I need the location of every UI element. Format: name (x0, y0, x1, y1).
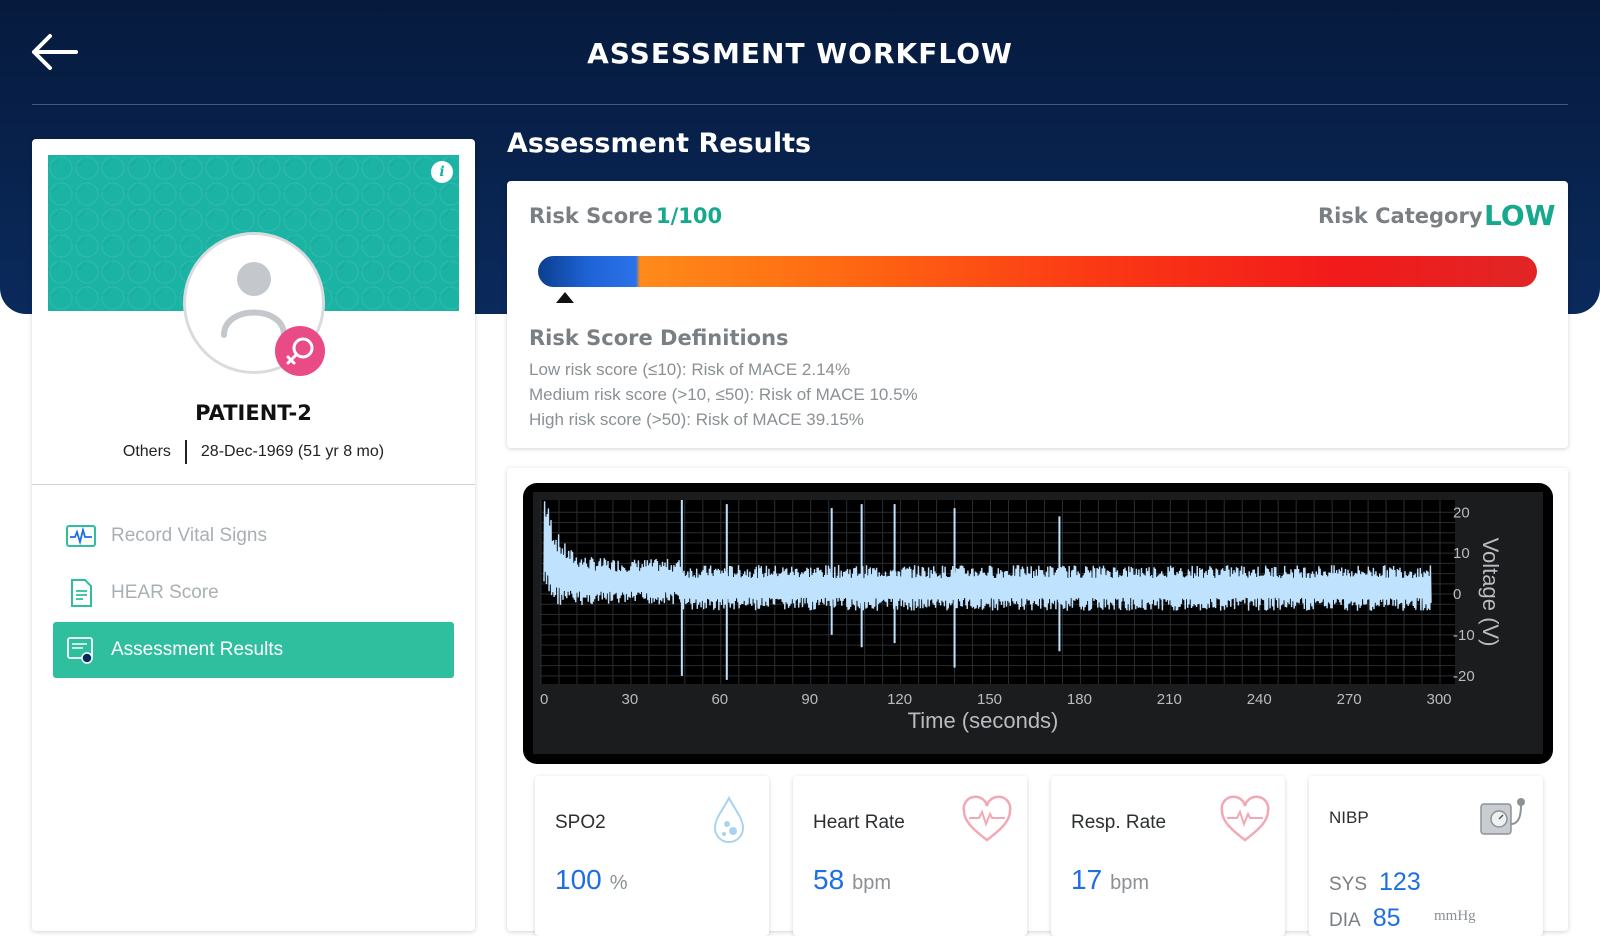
x-tick-label: 90 (801, 691, 818, 708)
vital-value: 58 bpm (813, 864, 891, 896)
resp-rate-value: 17 (1071, 864, 1103, 895)
risk-definition-high: High risk score (>50): Risk of MACE 39.1… (529, 410, 864, 429)
results-icon (67, 637, 93, 664)
heart-pulse-icon (1220, 795, 1270, 842)
x-tick-label: 0 (540, 691, 548, 708)
heart-rate-unit: bpm (852, 872, 892, 894)
patient-meta: Others 28-Dec-1969 (51 yr 8 mo) (32, 440, 475, 464)
page-title: ASSESSMENT WORKFLOW (587, 37, 1013, 70)
nav-item-record-vital-signs[interactable]: Record Vital Signs (53, 508, 454, 564)
x-tick-label: 300 (1427, 691, 1452, 708)
ecg-chart: 20 10 0 -10 -20 0 30 60 90 120 150 180 210 240 270 300 T… (533, 492, 1543, 754)
risk-category-label: Risk Category (1318, 204, 1483, 228)
vital-value: 17 bpm (1071, 864, 1149, 896)
nibp-dia-row: DIA 85 (1329, 904, 1401, 933)
x-axis-label: Time (seconds) (908, 708, 1059, 733)
nibp-dia-value: 85 (1372, 904, 1401, 932)
y-tick-label: 10 (1453, 545, 1470, 562)
card-divider (32, 484, 475, 485)
x-tick-label: 240 (1247, 691, 1272, 708)
section-title: Assessment Results (507, 128, 812, 159)
nibp-sys-label: SYS (1329, 874, 1368, 895)
y-tick-label: -20 (1453, 668, 1475, 685)
nav-label: Record Vital Signs (111, 525, 267, 546)
x-tick-label: 270 (1337, 691, 1362, 708)
spo2-value: 100 (555, 864, 602, 895)
vital-card-heart-rate: Heart Rate 58 bpm (793, 776, 1027, 936)
y-axis-label: Voltage (V) (1478, 538, 1503, 647)
x-tick-label: 150 (977, 691, 1002, 708)
patient-gender: Others (122, 443, 171, 461)
vital-value: 100% (555, 864, 628, 896)
y-tick-label: 20 (1453, 504, 1470, 521)
y-tick-label: 0 (1453, 586, 1461, 603)
nav-item-assessment-results[interactable]: Assessment Results (53, 622, 454, 678)
risk-score-bar (538, 256, 1537, 287)
x-tick-label: 180 (1067, 691, 1092, 708)
gender-badge (275, 326, 325, 376)
info-icon[interactable]: i (431, 161, 453, 183)
patient-dob: 28-Dec-1969 (51 yr 8 mo) (200, 443, 385, 461)
risk-definition-low: Low risk score (≤10): Risk of MACE 2.14% (529, 360, 851, 379)
risk-score-marker (555, 292, 574, 303)
spo2-unit: % (609, 872, 628, 894)
risk-score-value: 1/100 (656, 204, 723, 228)
bp-monitor-icon (1480, 798, 1525, 835)
nibp-sys-row: SYS 123 (1329, 868, 1421, 897)
droplet-icon (713, 795, 745, 843)
vital-card-resp-rate: Resp. Rate 17 bpm (1051, 776, 1285, 936)
nibp-sys-value: 123 (1379, 868, 1421, 896)
nav-item-hear-score[interactable]: HEAR Score (53, 565, 454, 621)
nibp-unit: mmHg (1434, 908, 1476, 924)
x-tick-label: 210 (1157, 691, 1182, 708)
nav-label: Assessment Results (111, 639, 284, 660)
heart-rate-value: 58 (813, 864, 845, 895)
nibp-dia-label: DIA (1329, 910, 1361, 931)
resp-rate-unit: bpm (1110, 872, 1150, 894)
risk-definitions-title: Risk Score Definitions (529, 326, 789, 350)
vital-card-spo2: SPO2 100% (535, 776, 769, 936)
x-tick-label: 60 (711, 691, 728, 708)
header-divider (32, 104, 1568, 105)
vital-name: Resp. Rate (1071, 812, 1167, 833)
heart-pulse-icon (962, 795, 1012, 842)
x-tick-label: 120 (887, 691, 912, 708)
patient-name: PATIENT-2 (195, 401, 312, 425)
vital-monitor-icon (66, 525, 96, 547)
risk-score-label: Risk Score (529, 204, 653, 228)
vital-name: SPO2 (555, 812, 606, 833)
document-icon (71, 579, 92, 607)
meta-separator (184, 440, 187, 464)
vital-name: NIBP (1329, 808, 1369, 827)
nav-label: HEAR Score (111, 582, 219, 603)
x-tick-label: 30 (622, 691, 639, 708)
risk-definition-medium: Medium risk score (>10, ≤50): Risk of MA… (529, 385, 918, 404)
y-tick-label: -10 (1453, 627, 1475, 644)
vital-card-nibp: NIBP SYS 123 DIA 85 mmHg (1309, 776, 1543, 936)
risk-category-value: LOW (1484, 199, 1556, 232)
female-symbol-icon (286, 337, 314, 365)
vital-name: Heart Rate (813, 812, 905, 833)
